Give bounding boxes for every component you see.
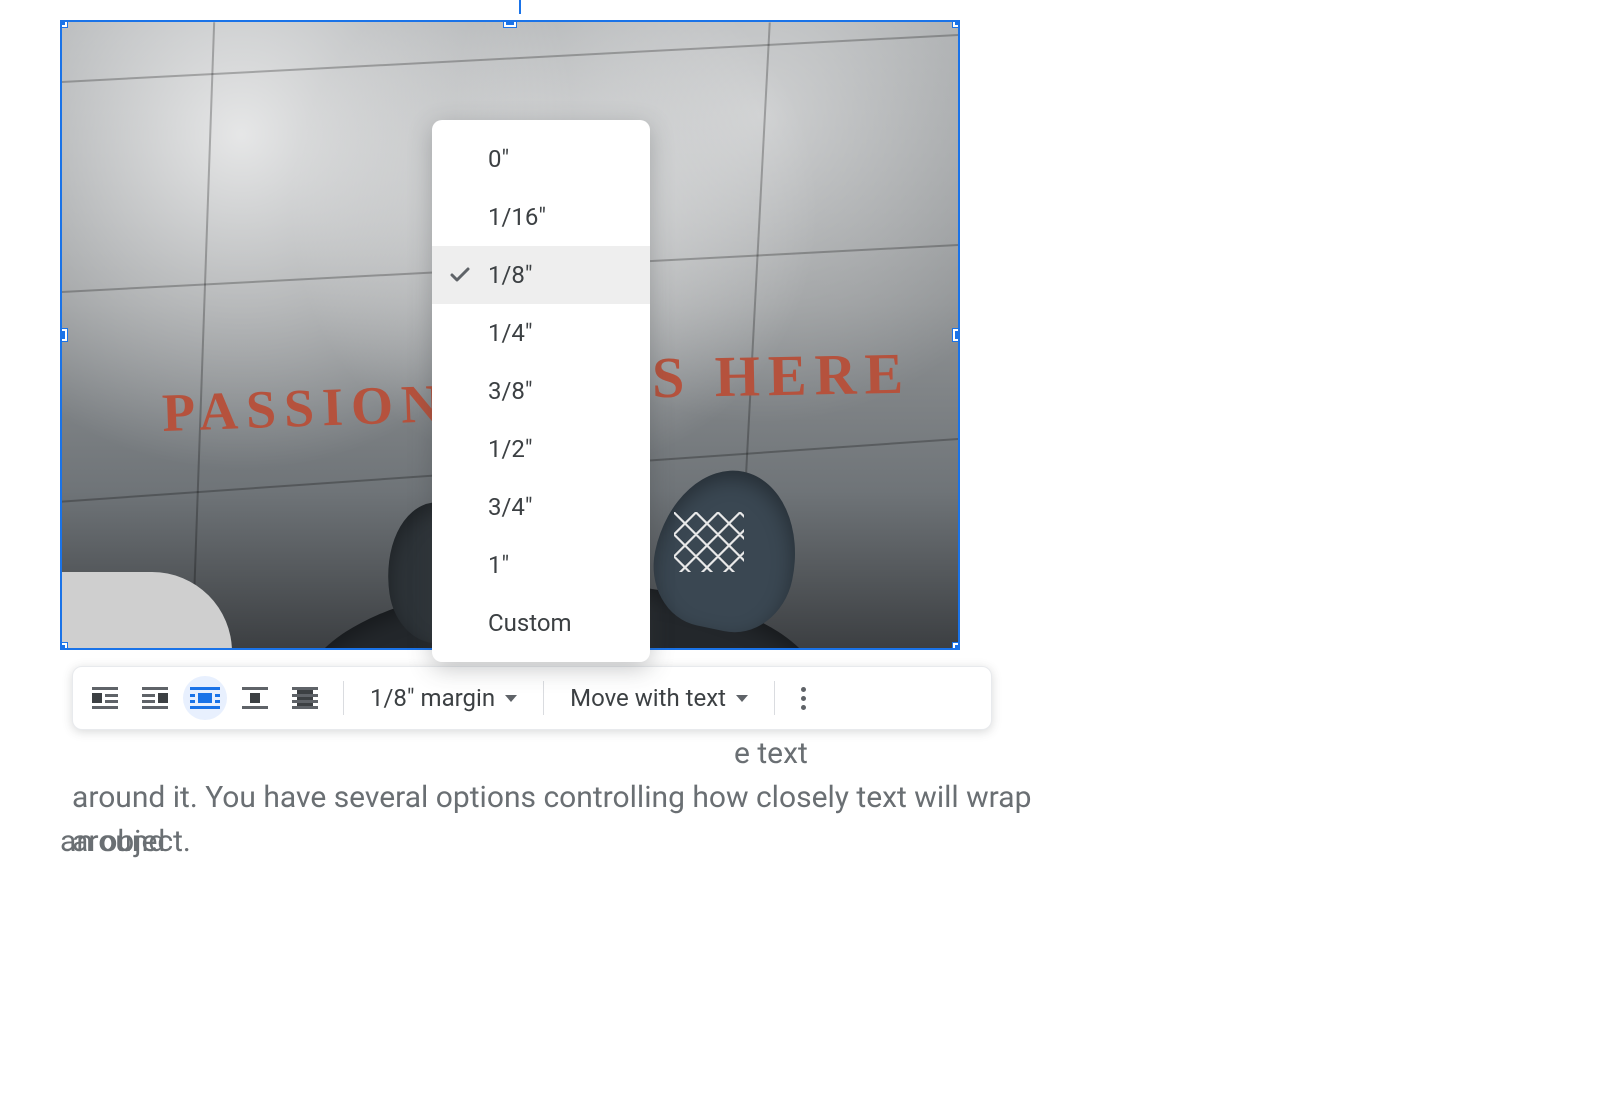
margin-dropdown-label: 1/8" margin	[370, 684, 495, 712]
margin-menu-item[interactable]: 0"	[432, 130, 650, 188]
resize-handle-mid-right[interactable]	[953, 329, 960, 341]
chevron-down-icon	[736, 695, 748, 702]
position-dropdown[interactable]: Move with text	[560, 676, 758, 720]
wrap-break-left-button[interactable]	[133, 676, 177, 720]
margin-menu-item-label: 1/2"	[488, 435, 533, 463]
check-icon	[448, 263, 472, 287]
margin-menu-item[interactable]: 1/16"	[432, 188, 650, 246]
margin-menu-item[interactable]: 3/4"	[432, 478, 650, 536]
text-fragment: e text	[734, 732, 808, 776]
toolbar-separator	[543, 681, 544, 715]
margin-menu-item-label: 1/4"	[488, 319, 533, 347]
toolbar-separator	[774, 681, 775, 715]
rotation-line	[519, 0, 521, 14]
margin-menu: 0" 1/16" 1/8" 1/4" 3/8" 1/2" 3/4" 1" Custom	[432, 120, 650, 662]
wrap-inline-button[interactable]	[83, 676, 127, 720]
margin-dropdown[interactable]: 1/8" margin	[360, 676, 527, 720]
margin-menu-item[interactable]: 1"	[432, 536, 650, 594]
margin-menu-item-label: 1/8"	[488, 261, 533, 289]
resize-handle-top-mid[interactable]	[504, 20, 516, 27]
margin-menu-item[interactable]: 1/2"	[432, 420, 650, 478]
resize-handle-bottom-left[interactable]	[60, 643, 67, 650]
resize-handle-bottom-right[interactable]	[953, 643, 960, 650]
text-line: around it. You have several options cont…	[72, 776, 1102, 864]
margin-menu-item-label: 1"	[488, 551, 509, 579]
position-dropdown-label: Move with text	[570, 684, 726, 712]
more-options-button[interactable]	[791, 687, 816, 710]
chevron-down-icon	[505, 695, 517, 702]
resize-handle-top-right[interactable]	[953, 20, 960, 27]
margin-menu-item-label: 3/8"	[488, 377, 533, 405]
image-embedded-text-left: PASSION	[161, 372, 449, 444]
margin-menu-item[interactable]: 1/8"	[432, 246, 650, 304]
image-options-toolbar: 1/8" margin Move with text	[72, 666, 992, 730]
wrap-break-text-button[interactable]	[233, 676, 277, 720]
margin-menu-item-label: Custom	[488, 609, 572, 637]
wrap-behind-text-button[interactable]	[283, 676, 327, 720]
resize-handle-top-left[interactable]	[60, 20, 67, 27]
text-line: an object.	[60, 820, 191, 864]
margin-menu-item-label: 0"	[488, 145, 509, 173]
wrap-around-button[interactable]	[183, 676, 227, 720]
margin-menu-item[interactable]: 1/4"	[432, 304, 650, 362]
margin-menu-item-label: 3/4"	[488, 493, 533, 521]
margin-menu-item[interactable]: Custom	[432, 594, 650, 652]
margin-menu-item[interactable]: 3/8"	[432, 362, 650, 420]
resize-handle-mid-left[interactable]	[60, 329, 67, 341]
toolbar-separator	[343, 681, 344, 715]
image-embedded-text-right: S HERE	[651, 340, 911, 412]
margin-menu-item-label: 1/16"	[488, 203, 546, 231]
